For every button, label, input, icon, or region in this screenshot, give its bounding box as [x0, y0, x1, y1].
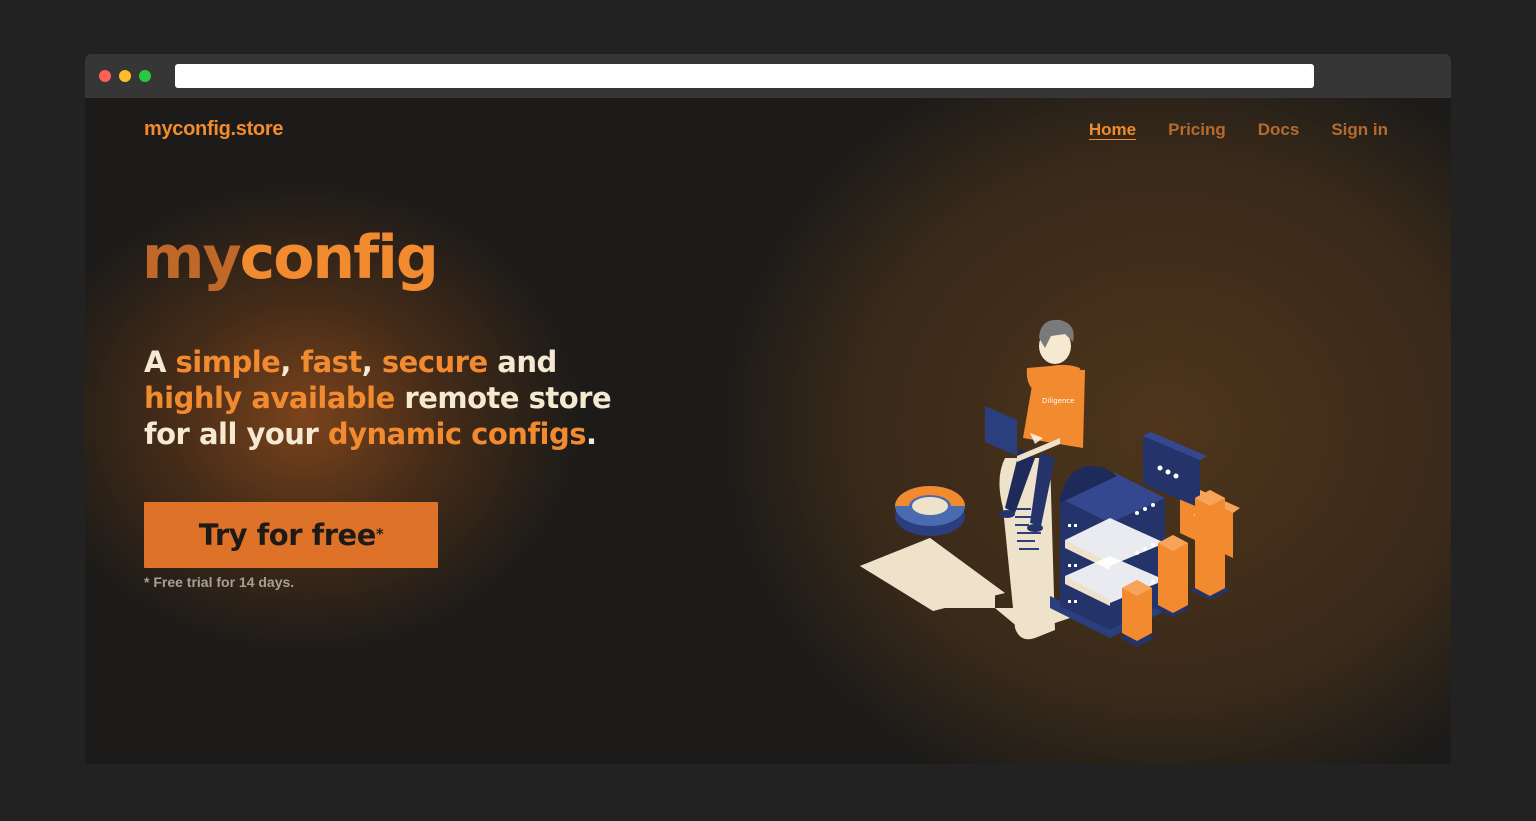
shirt-logo-text: Diligence — [1042, 397, 1075, 405]
minimize-window-button[interactable] — [119, 70, 131, 82]
brand-logo-link[interactable]: myconfig.store — [144, 118, 283, 141]
address-bar[interactable] — [175, 64, 1314, 88]
nav-sign-in-link[interactable]: Sign in — [1331, 120, 1388, 140]
hero-title-suffix: config — [239, 223, 439, 293]
nav-docs-link[interactable]: Docs — [1258, 120, 1300, 140]
tagline-highlight: dynamic configs — [327, 417, 587, 451]
tagline-highlight: secure — [381, 345, 488, 379]
cta-asterisk: * — [375, 525, 384, 543]
free-trial-note: * Free trial for 14 days. — [144, 574, 295, 590]
try-for-free-button[interactable]: Try for free* — [144, 502, 438, 568]
tagline-highlight: fast — [300, 345, 362, 379]
hero-tagline: A simple, fast, secure and highly availa… — [144, 344, 624, 452]
tagline-highlight: highly available — [144, 381, 395, 415]
tagline-text: A — [144, 345, 176, 379]
main-nav: Home Pricing Docs Sign in — [1089, 120, 1388, 140]
tagline-text: and — [487, 345, 557, 379]
browser-toolbar — [85, 54, 1451, 98]
nav-home-link[interactable]: Home — [1089, 120, 1136, 140]
tagline-highlight: simple — [175, 345, 281, 379]
nav-pricing-link[interactable]: Pricing — [1168, 120, 1226, 140]
donut-chart-icon — [895, 486, 965, 536]
browser-window: myconfig.store Home Pricing Docs Sign in… — [85, 54, 1451, 764]
close-window-button[interactable] — [99, 70, 111, 82]
hero-title: myconfig — [142, 228, 439, 288]
maximize-window-button[interactable] — [139, 70, 151, 82]
tagline-text: , — [361, 345, 382, 379]
hero-title-prefix: my — [142, 223, 242, 293]
tagline-text: , — [280, 345, 301, 379]
hero-illustration: Diligence — [860, 319, 1240, 647]
landing-page: myconfig.store Home Pricing Docs Sign in… — [85, 98, 1451, 764]
tagline-text: . — [586, 417, 597, 451]
cta-label: Try for free — [198, 518, 377, 552]
